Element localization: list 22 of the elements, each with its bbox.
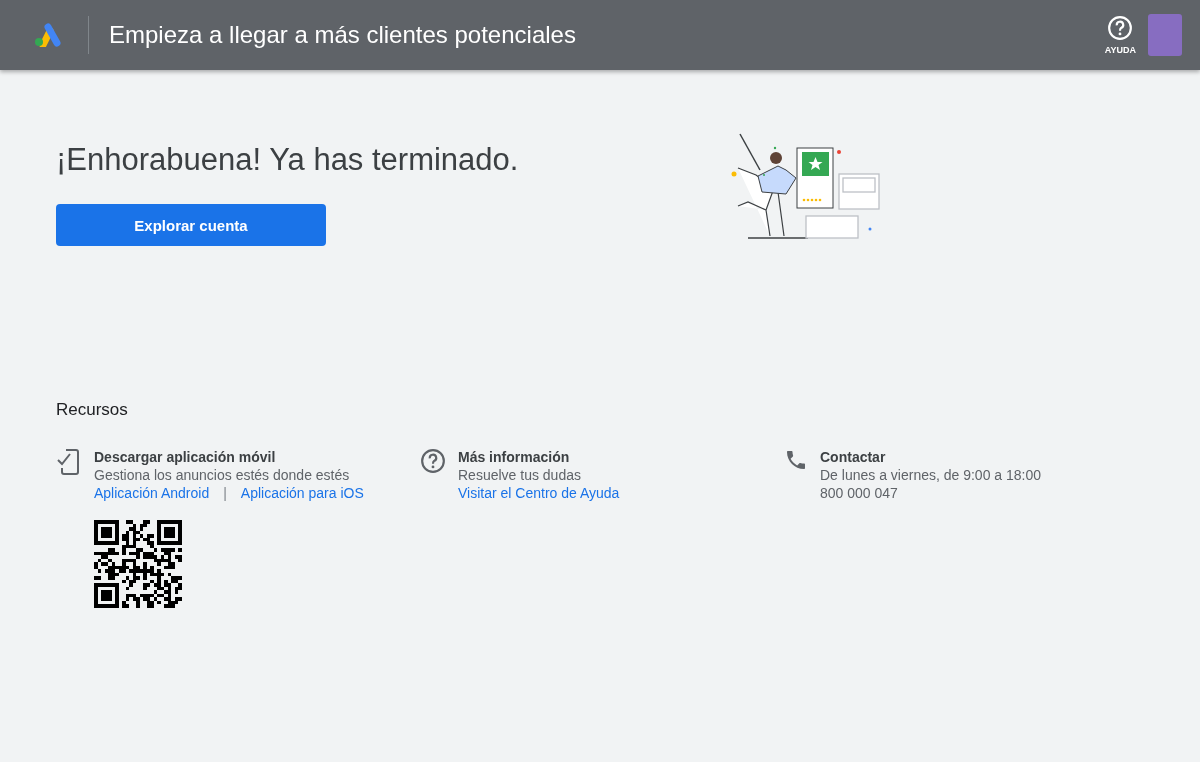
resource-text: Resuelve tus dudas xyxy=(458,466,582,484)
resource-link[interactable]: Aplicación Android xyxy=(94,484,210,502)
phone-check-icon xyxy=(56,448,82,476)
congrats-heading: ¡Enhorabuena! Ya has terminado. xyxy=(56,142,520,178)
resource-text: Gestiona los anuncios estés donde estés xyxy=(94,466,351,484)
resource-title: Contactar xyxy=(820,448,887,466)
link-separator: | xyxy=(223,484,227,502)
resource-text: De lunes a viernes, de 9:00 a 18:00 xyxy=(820,466,1042,484)
resources-title: Recursos xyxy=(56,400,129,420)
logo-icon xyxy=(34,23,62,47)
page-title: Empieza a llegar a más clientes potenciales xyxy=(109,21,577,49)
explore-account-button[interactable]: Explorar cuenta xyxy=(56,204,326,246)
help-icon xyxy=(1107,15,1134,41)
help-icon xyxy=(420,448,446,474)
resource-title: Más información xyxy=(458,448,571,466)
resource-link[interactable]: Visitar el Centro de Ayuda xyxy=(458,484,620,502)
resource-link[interactable]: Aplicación para iOS xyxy=(240,484,364,502)
resource-title: Descargar aplicación móvil xyxy=(94,448,277,466)
phone-icon xyxy=(784,448,808,472)
help-button[interactable]: AYUDA xyxy=(1104,15,1136,55)
resource-text: 800 000 047 xyxy=(820,484,899,502)
avatar[interactable] xyxy=(1148,14,1182,56)
